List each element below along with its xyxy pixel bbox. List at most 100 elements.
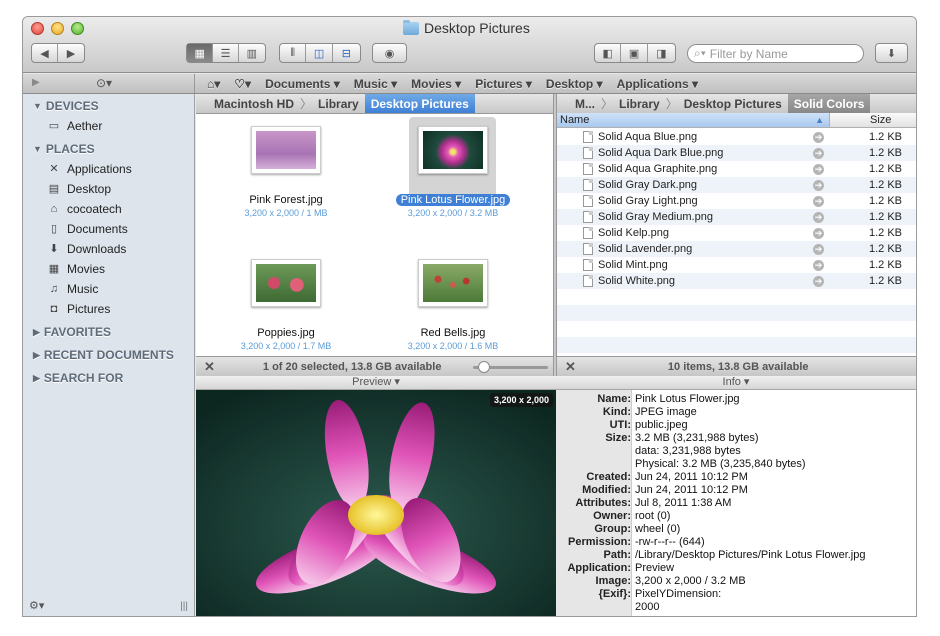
reveal-arrow-icon[interactable]: ➔	[813, 147, 824, 159]
view-mode-control[interactable]: ▦ ☰ ▥	[186, 43, 266, 63]
reveal-arrow-icon[interactable]: ➔	[813, 227, 824, 239]
sidebar-item-cocoatech[interactable]: ⌂ cocoatech	[47, 202, 122, 216]
column-header-name[interactable]: Name ▲	[557, 113, 830, 127]
thumbnail-poppies[interactable]	[251, 259, 321, 307]
thumbnail-pink-forest[interactable]	[251, 126, 321, 174]
right-panel-icon[interactable]: ◨	[648, 44, 675, 62]
list-view-icon[interactable]: ☰	[213, 44, 239, 62]
table-row[interactable]: Solid Gray Medium.png ➔ 1.2 KB	[557, 209, 916, 225]
places-section[interactable]: ▼ PLACES	[33, 142, 95, 156]
table-row[interactable]: Solid Aqua Graphite.png ➔ 1.2 KB	[557, 161, 916, 177]
icon-view-icon[interactable]: ▦	[187, 44, 214, 62]
zoom-button[interactable]	[71, 22, 84, 35]
sidebar-item-movies[interactable]: ▦ Movies	[47, 262, 105, 276]
file-name[interactable]: Pink Forest.jpg	[216, 194, 356, 206]
reveal-arrow-icon[interactable]: ➔	[813, 163, 824, 175]
reveal-arrow-icon[interactable]: ➔	[813, 259, 824, 271]
apple-icon[interactable]	[196, 94, 208, 113]
back-button[interactable]: ◀	[32, 44, 59, 62]
preview-header[interactable]: Preview ▾	[196, 376, 556, 390]
dual-pane-horizontal-icon[interactable]: ⊟	[333, 44, 360, 62]
sidebar-item-applications[interactable]: ✕ Applications	[47, 162, 131, 176]
coverflow-icon[interactable]: ⦀	[280, 44, 307, 62]
path-desktop-pictures[interactable]: Desktop Pictures	[678, 94, 788, 113]
table-row[interactable]: Solid Kelp.png ➔ 1.2 KB	[557, 225, 916, 241]
favorites-bookmark-icon[interactable]: ♡▾	[227, 77, 258, 91]
dual-pane-vertical-icon[interactable]: ◫	[306, 44, 333, 62]
download-button[interactable]: ⬇	[875, 43, 908, 63]
table-row[interactable]: Solid Gray Dark.png ➔ 1.2 KB	[557, 177, 916, 193]
left-panel-icon[interactable]: ◧	[595, 44, 622, 62]
path-desktop-pictures[interactable]: Desktop Pictures	[364, 94, 475, 113]
table-row[interactable]: Solid Aqua Dark Blue.png ➔ 1.2 KB	[557, 145, 916, 161]
search-field[interactable]: ⌕▾ Filter by Name	[687, 44, 864, 63]
table-row[interactable]: Solid Mint.png ➔ 1.2 KB	[557, 257, 916, 273]
back-forward-control[interactable]: ◀ ▶	[31, 43, 85, 63]
column-header-size[interactable]: Size	[830, 114, 891, 126]
sidebar-item-music[interactable]: ♫ Music	[47, 282, 98, 296]
sidebar-item-aether[interactable]: ▭ Aether	[47, 119, 103, 133]
pin-icon[interactable]: ✕	[204, 359, 215, 375]
reveal-arrow-icon[interactable]: ➔	[813, 243, 824, 255]
thumbnail-red-bells[interactable]	[418, 259, 488, 307]
file-name[interactable]: Poppies.jpg	[216, 327, 356, 339]
file-name[interactable]: Red Bells.jpg	[383, 327, 523, 339]
close-button[interactable]	[31, 22, 44, 35]
home-bookmark-icon[interactable]: ⌂▾	[195, 77, 227, 91]
quick-look-button[interactable]: ◉	[372, 43, 407, 63]
favorites-section[interactable]: ▶ FAVORITES	[33, 325, 111, 339]
sidebar-item-desktop[interactable]: ▤ Desktop	[47, 182, 111, 196]
bookmark-movies[interactable]: Movies ▾	[404, 77, 468, 91]
file-name-selected[interactable]: Pink Lotus Flower.jpg	[388, 194, 518, 206]
path-root[interactable]: M...	[569, 94, 601, 113]
layout-control[interactable]: ⦀ ◫ ⊟	[279, 43, 361, 63]
play-icon[interactable]: ▶	[32, 77, 40, 88]
sidebar-item-documents[interactable]: ▯ Documents	[47, 222, 128, 236]
sidebar-item-downloads[interactable]: ⬇ Downloads	[47, 242, 126, 256]
thumbnail-pink-lotus[interactable]	[418, 126, 488, 174]
reveal-arrow-icon[interactable]: ➔	[813, 275, 824, 287]
info-label: Group:	[594, 523, 631, 535]
reveal-arrow-icon[interactable]: ➔	[813, 179, 824, 191]
path-macintosh-hd[interactable]: Macintosh HD	[208, 94, 300, 113]
devices-section[interactable]: ▼ DEVICES	[33, 99, 99, 113]
bookmark-desktop[interactable]: Desktop ▾	[539, 77, 610, 91]
path-solid-colors[interactable]: Solid Colors	[787, 94, 871, 113]
sidebar-gear-icon[interactable]: ⚙▾	[29, 599, 44, 612]
search-for-section[interactable]: ▶ SEARCH FOR	[33, 371, 123, 385]
bookmark-music[interactable]: Music ▾	[347, 77, 404, 91]
column-view-icon[interactable]: ▥	[239, 44, 265, 62]
minimize-button[interactable]	[51, 22, 64, 35]
file-meta: 3,200 x 2,000 / 1 MB	[244, 208, 328, 218]
table-row[interactable]: Solid White.png ➔ 1.2 KB	[557, 273, 916, 289]
recent-documents-section[interactable]: ▶ RECENT DOCUMENTS	[33, 348, 174, 362]
bookmark-documents[interactable]: Documents ▾	[258, 77, 347, 91]
table-row[interactable]: Solid Gray Light.png ➔ 1.2 KB	[557, 193, 916, 209]
png-file-icon	[583, 163, 593, 175]
empty-row	[557, 305, 916, 321]
pane-splitter[interactable]	[553, 94, 557, 376]
panel-toggle-control[interactable]: ◧ ▣ ◨	[594, 43, 676, 63]
info-value: 2000	[635, 601, 660, 613]
zoom-slider-knob[interactable]	[478, 361, 490, 373]
path-library[interactable]: Library	[312, 94, 365, 113]
sidebar-item-pictures[interactable]: ◘ Pictures	[47, 302, 111, 316]
bookmark-pictures[interactable]: Pictures ▾	[468, 77, 539, 91]
table-row[interactable]: Solid Lavender.png ➔ 1.2 KB	[557, 241, 916, 257]
table-row[interactable]: Solid Aqua Blue.png ➔ 1.2 KB	[557, 129, 916, 145]
action-gear-icon[interactable]: ⊙▾	[96, 76, 112, 90]
sort-ascending-icon: ▲	[815, 115, 824, 125]
resize-handle-icon[interactable]: |||	[180, 601, 188, 612]
reveal-arrow-icon[interactable]: ➔	[813, 195, 824, 207]
reveal-arrow-icon[interactable]: ➔	[813, 211, 824, 223]
bookmark-applications[interactable]: Applications ▾	[610, 77, 705, 91]
path-library[interactable]: Library	[613, 94, 666, 113]
file-name: Solid Aqua Blue.png	[598, 131, 698, 143]
middle-panel-icon[interactable]: ▣	[621, 44, 648, 62]
pin-icon[interactable]: ✕	[565, 359, 576, 375]
lotus-preview-image	[196, 390, 556, 616]
info-header[interactable]: Info ▾	[556, 376, 916, 390]
apple-icon[interactable]	[557, 94, 569, 113]
forward-button[interactable]: ▶	[58, 44, 84, 62]
reveal-arrow-icon[interactable]: ➔	[813, 131, 824, 143]
